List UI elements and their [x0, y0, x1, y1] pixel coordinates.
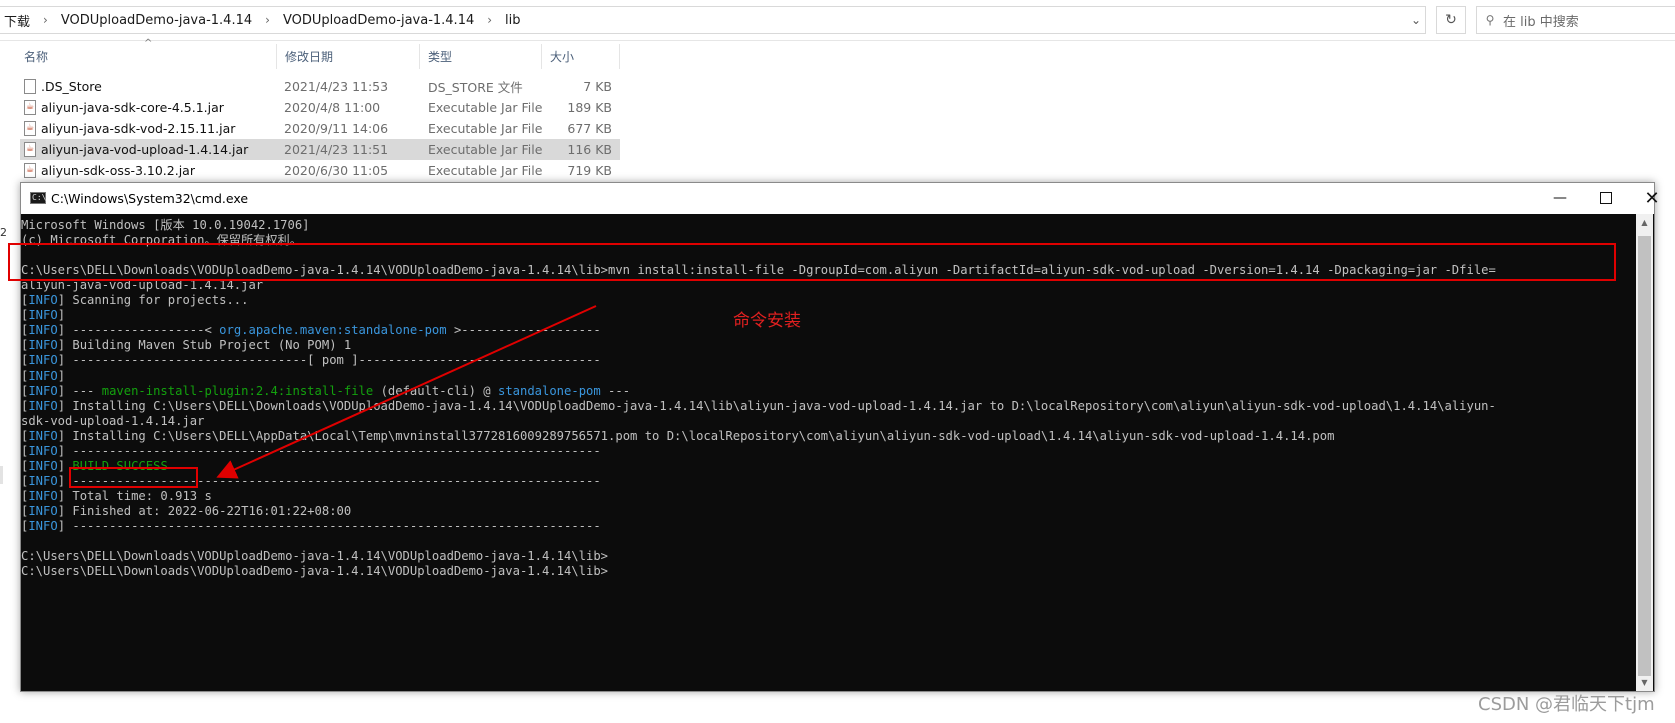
watermark: CSDN @君临天下tjm	[1478, 694, 1655, 715]
annotation-arrow	[216, 305, 597, 479]
